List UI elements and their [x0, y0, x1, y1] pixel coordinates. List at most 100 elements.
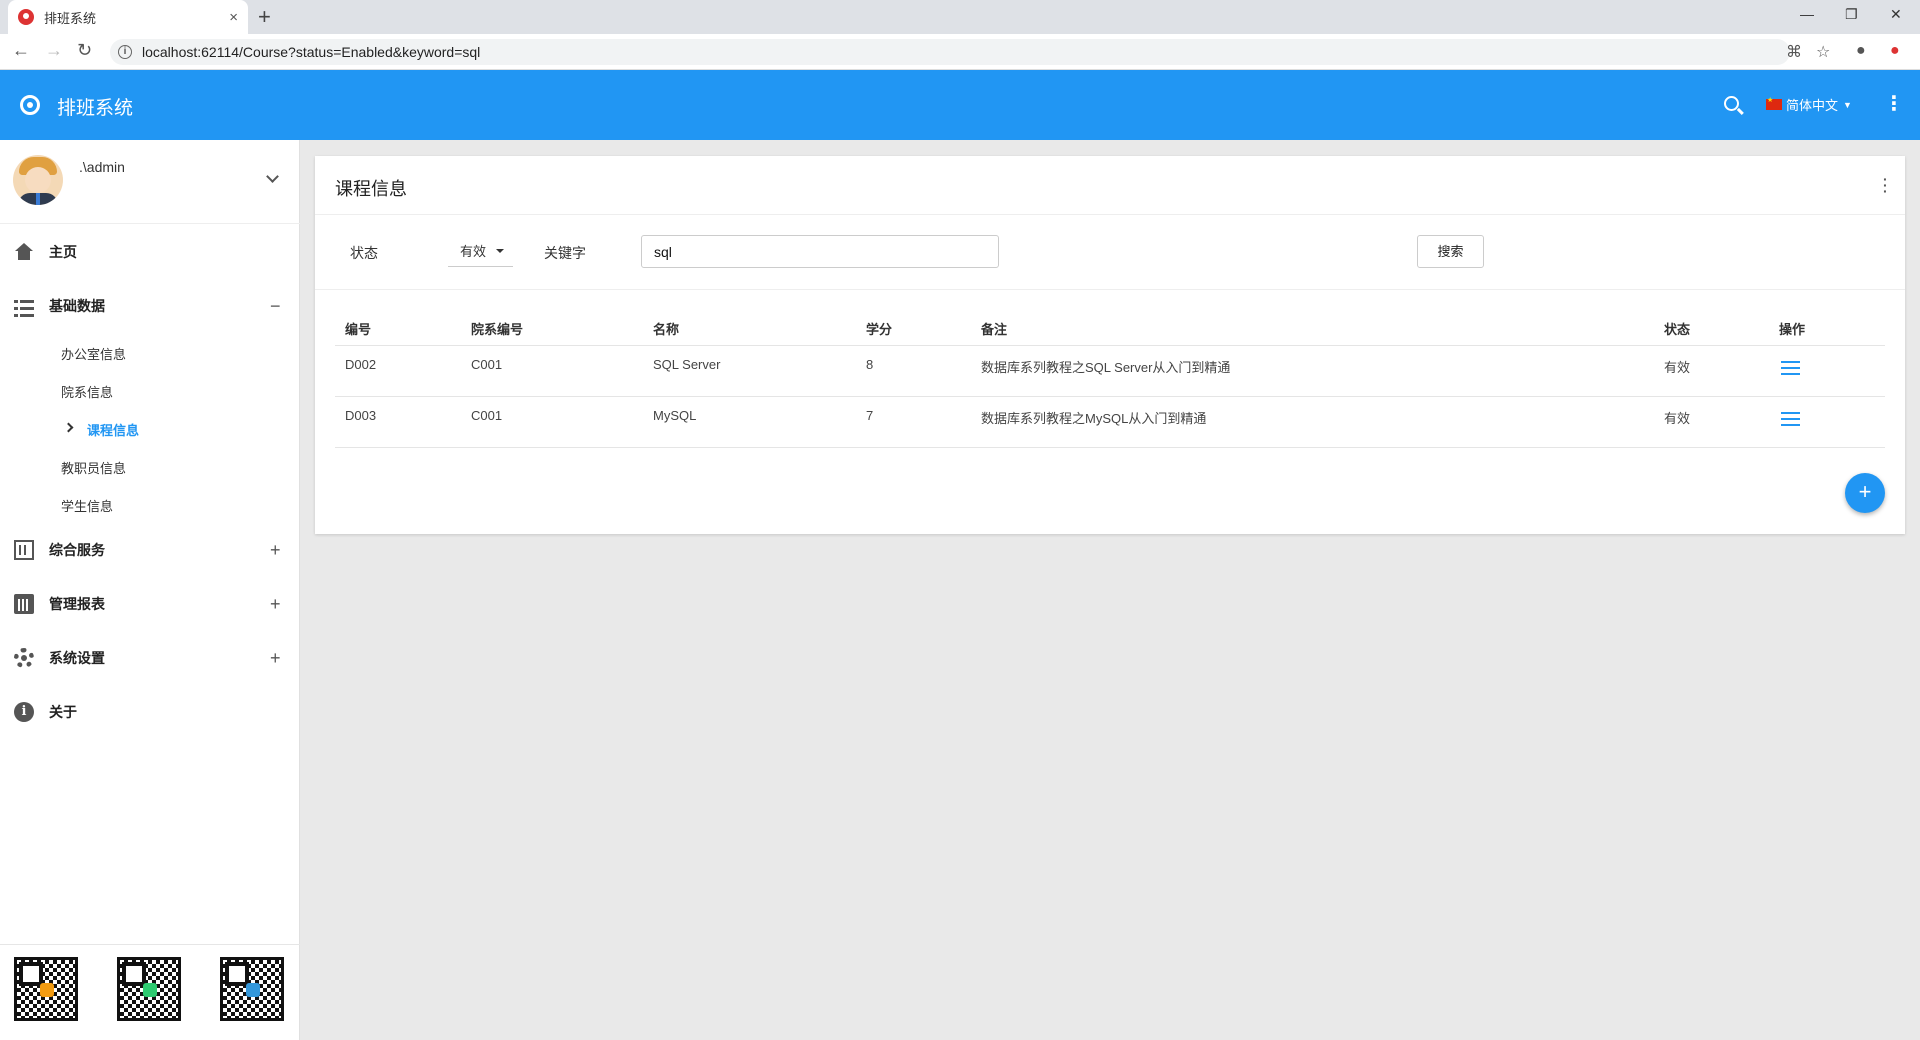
card-header: 课程信息 · · ·: [315, 156, 1905, 215]
sidebar-item-about[interactable]: i 关于: [0, 692, 300, 732]
table-header-row: 编号 院系编号 名称 学分 备注 状态 操作: [335, 306, 1885, 346]
sidebar-subitem-office[interactable]: 办公室信息: [61, 344, 126, 363]
bookmark-star-icon[interactable]: ☆: [1816, 42, 1830, 62]
language-selector[interactable]: 简体中文 ▼: [1766, 95, 1852, 114]
chevron-right-icon: [63, 422, 74, 433]
new-tab-button[interactable]: +: [258, 4, 271, 30]
cell-credit: 7: [866, 408, 874, 423]
status-select-value: 有效: [460, 244, 487, 259]
cell-remark: 数据库系列教程之MySQL从入门到精通: [981, 411, 1207, 426]
sidebar-item-reports[interactable]: 管理报表 +: [0, 584, 300, 624]
sidebar-item-services[interactable]: 综合服务 +: [0, 530, 300, 570]
sidebar-subitem-staff[interactable]: 教职员信息: [61, 458, 126, 477]
collapse-icon[interactable]: −: [270, 296, 281, 317]
course-card: 课程信息 · · · 状态 有效 关键字 sql 搜索 编号 院系编号 名称 学分 …: [315, 156, 1905, 534]
translate-icon[interactable]: ⌘: [1786, 42, 1802, 62]
extension-icon[interactable]: ●: [1890, 42, 1900, 60]
cell-dept: C001: [471, 357, 503, 372]
row-menu-icon[interactable]: [1781, 412, 1800, 426]
cell-id: D002: [345, 357, 377, 372]
sidebar-subitem-course[interactable]: 课程信息: [87, 420, 139, 439]
sidebar-item-label: 关于: [49, 704, 77, 720]
more-vert-icon[interactable]: · · ·: [1883, 172, 1888, 198]
sidebar-item-home[interactable]: 主页: [0, 232, 300, 272]
caret-down-icon: [496, 249, 504, 253]
more-vert-icon[interactable]: ⋮: [1884, 94, 1904, 114]
browser-tab-bar: 排班系统 × + — ❐ ✕: [0, 0, 1920, 34]
gear-icon: [14, 648, 34, 668]
chart-icon: [14, 594, 34, 614]
column-header[interactable]: 备注: [981, 319, 1007, 338]
url-field[interactable]: i localhost:62114/Course?status=Enabled&…: [110, 39, 1790, 65]
building-icon: [14, 540, 34, 560]
expand-icon[interactable]: +: [270, 594, 281, 615]
app-header: 排班系统 简体中文 ▼ ⋮: [0, 70, 1920, 140]
column-header[interactable]: 学分: [866, 319, 892, 338]
address-bar: ← → ↻ i localhost:62114/Course?status=En…: [0, 34, 1920, 70]
page-title: 课程信息: [335, 179, 407, 199]
url-text: localhost:62114/Course?status=Enabled&ke…: [142, 44, 481, 60]
row-menu-icon[interactable]: [1781, 361, 1800, 375]
logo-icon: [20, 95, 40, 115]
search-icon[interactable]: [1724, 96, 1739, 111]
column-header[interactable]: 院系编号: [471, 319, 523, 338]
add-course-button[interactable]: +: [1845, 473, 1885, 513]
close-window-button[interactable]: ✕: [1890, 6, 1902, 23]
back-icon[interactable]: ←: [12, 40, 30, 61]
caret-down-icon: ▼: [1843, 99, 1852, 110]
qr-code-image: [220, 957, 284, 1021]
sidebar-item-basic-data[interactable]: 基础数据 −: [0, 286, 300, 326]
keyword-input-value: sql: [654, 244, 672, 260]
keyword-input[interactable]: sql: [641, 235, 999, 268]
username: .\admin: [79, 159, 125, 175]
minimize-button[interactable]: —: [1800, 6, 1814, 22]
browser-tab[interactable]: 排班系统 ×: [8, 0, 248, 34]
table-row[interactable]: D002 C001 SQL Server 8 数据库系列教程之SQL Serve…: [335, 346, 1885, 397]
sidebar-item-label: 系统设置: [49, 650, 105, 666]
avatar: [13, 155, 63, 205]
sidebar-subitem-department[interactable]: 院系信息: [61, 382, 113, 401]
expand-icon[interactable]: +: [270, 540, 281, 561]
expand-icon[interactable]: +: [270, 648, 281, 669]
tab-title: 排班系统: [44, 10, 97, 26]
column-header[interactable]: 状态: [1664, 319, 1690, 338]
china-flag-icon: [1766, 96, 1782, 110]
language-label: 简体中文: [1786, 98, 1839, 113]
filter-bar: 状态 有效 关键字 sql 搜索: [315, 215, 1905, 290]
site-info-icon[interactable]: i: [118, 45, 132, 59]
sidebar-item-label: 管理报表: [49, 596, 105, 612]
cell-name: SQL Server: [653, 357, 721, 372]
cell-remark: 数据库系列教程之SQL Server从入门到精通: [981, 360, 1231, 375]
list-icon: [14, 299, 34, 317]
profile-icon[interactable]: ●: [1856, 42, 1866, 60]
search-button[interactable]: 搜索: [1417, 235, 1484, 268]
status-label: 状态: [350, 245, 378, 261]
tab-close-icon[interactable]: ×: [229, 9, 238, 26]
home-icon: [14, 242, 34, 262]
cell-status: 有效: [1664, 360, 1691, 375]
sidebar-item-settings[interactable]: 系统设置 +: [0, 638, 300, 678]
app-title: 排班系统: [57, 98, 134, 119]
info-icon: i: [14, 702, 34, 722]
sidebar-item-label: 主页: [49, 244, 77, 260]
column-header[interactable]: 编号: [345, 319, 371, 338]
table-row[interactable]: D003 C001 MySQL 7 数据库系列教程之MySQL从入门到精通 有效: [335, 397, 1885, 448]
forward-icon[interactable]: →: [45, 40, 63, 61]
course-table: 编号 院系编号 名称 学分 备注 状态 操作 D002 C001 SQL Ser…: [335, 306, 1885, 448]
column-header[interactable]: 名称: [653, 319, 679, 338]
qr-code-image: [117, 957, 181, 1021]
qr-code-bar: [0, 944, 300, 1040]
chevron-down-icon[interactable]: [266, 170, 279, 183]
restore-button[interactable]: ❐: [1845, 6, 1858, 23]
user-panel[interactable]: .\admin: [0, 140, 300, 224]
favicon-icon: [18, 9, 34, 25]
cell-status: 有效: [1664, 411, 1691, 426]
cell-credit: 8: [866, 357, 874, 372]
status-select[interactable]: 有效: [448, 235, 513, 267]
cell-name: MySQL: [653, 408, 697, 423]
cell-dept: C001: [471, 408, 503, 423]
reload-icon[interactable]: ↻: [77, 40, 92, 61]
keyword-label: 关键字: [544, 245, 586, 261]
sidebar-subitem-student[interactable]: 学生信息: [61, 496, 113, 515]
sidebar: .\admin 主页 基础数据 − 办公室信息 院系信息 课程信息 教职员信息 …: [0, 140, 300, 1040]
